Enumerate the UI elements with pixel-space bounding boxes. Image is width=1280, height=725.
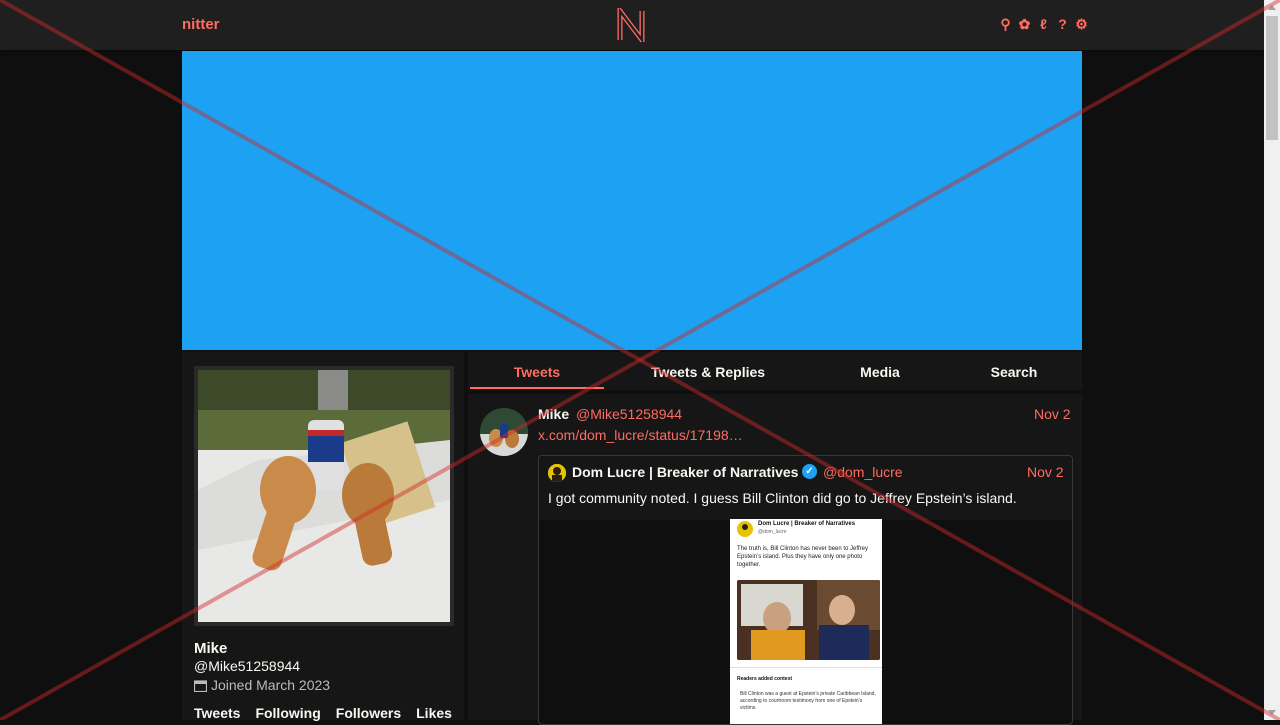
timeline-tabs: Tweets Tweets & Replies Media Search	[468, 352, 1082, 390]
quote-avatar[interactable]	[548, 464, 566, 482]
quote-avatar-photo	[548, 464, 566, 482]
joined-text: Joined March 2023	[211, 677, 331, 693]
stat-likes[interactable]: Likes	[416, 705, 452, 721]
tweet-link[interactable]: x.com/dom_lucre/status/17198…	[538, 427, 743, 443]
brand-link[interactable]: nitter	[182, 16, 220, 33]
media-tweet-text: The truth is, Bill Clinton has never bee…	[737, 546, 868, 568]
profile-joined: Joined March 2023	[194, 677, 330, 693]
stat-followers[interactable]: Followers	[336, 705, 401, 721]
profile-photo	[198, 370, 450, 622]
page-scrollbar[interactable]	[1264, 0, 1280, 720]
rss-icon[interactable]: ℓ	[1036, 16, 1051, 33]
stat-tweets[interactable]: Tweets	[194, 705, 240, 721]
tab-tweets-replies[interactable]: Tweets & Replies	[628, 364, 788, 380]
quoted-tweet[interactable]: Dom Lucre | Breaker of Narratives ✓ @dom…	[538, 455, 1073, 725]
calendar-icon	[194, 679, 207, 692]
tab-media[interactable]: Media	[830, 364, 930, 380]
media-note-title: Readers added context	[737, 676, 793, 682]
tweet-avatar-photo	[480, 408, 528, 456]
active-tab-indicator	[470, 387, 604, 389]
tweet-author-name[interactable]: Mike	[538, 406, 569, 422]
nitter-logo-icon[interactable]	[616, 8, 646, 42]
quote-author-handle[interactable]: @dom_lucre	[823, 464, 903, 480]
media-note-text: Bill Clinton was a guest at Epstein’s pr…	[740, 691, 876, 711]
scrollbar-thumb[interactable]	[1266, 16, 1278, 140]
verified-badge-icon: ✓	[802, 464, 817, 479]
profile-banner[interactable]	[182, 51, 1082, 350]
bird-icon[interactable]: ✿	[1017, 16, 1032, 33]
search-icon[interactable]: ⚲	[998, 16, 1013, 33]
nav-icons: ⚲ ✿ ℓ ? ⚙	[998, 16, 1089, 33]
quote-text: I got community noted. I guess Bill Clin…	[548, 490, 1017, 506]
media-author-handle: @dom_lucre	[758, 529, 787, 535]
gear-icon[interactable]: ⚙	[1074, 16, 1089, 33]
profile-stats: Tweets Following Followers Likes	[194, 705, 452, 721]
tweet-date[interactable]: Nov 2	[1034, 406, 1071, 422]
media-author-name: Dom Lucre | Breaker of Narratives	[758, 521, 856, 527]
media-divider	[730, 667, 882, 668]
help-icon[interactable]: ?	[1055, 16, 1070, 33]
tweet-avatar[interactable]	[480, 408, 528, 456]
quote-media-image[interactable]: Dom Lucre | Breaker of Narratives @dom_l…	[730, 519, 882, 724]
media-photo-art	[737, 580, 880, 660]
scroll-up-arrow-icon[interactable]	[1268, 5, 1276, 10]
scroll-down-arrow-icon[interactable]	[1268, 710, 1276, 715]
media-photo	[737, 580, 880, 660]
stat-following[interactable]: Following	[255, 705, 320, 721]
tweet-author-handle[interactable]: @Mike51258944	[576, 406, 682, 422]
tab-tweets[interactable]: Tweets	[470, 364, 604, 380]
tab-search[interactable]: Search	[964, 364, 1064, 380]
quote-date[interactable]: Nov 2	[1027, 464, 1064, 480]
quote-author-name[interactable]: Dom Lucre | Breaker of Narratives	[572, 464, 798, 480]
profile-avatar[interactable]	[194, 366, 454, 626]
profile-name[interactable]: Mike	[194, 640, 227, 657]
profile-handle[interactable]: @Mike51258944	[194, 658, 300, 674]
media-avatar-icon	[737, 521, 753, 537]
top-nav: nitter ⚲ ✿ ℓ ? ⚙	[0, 0, 1264, 50]
